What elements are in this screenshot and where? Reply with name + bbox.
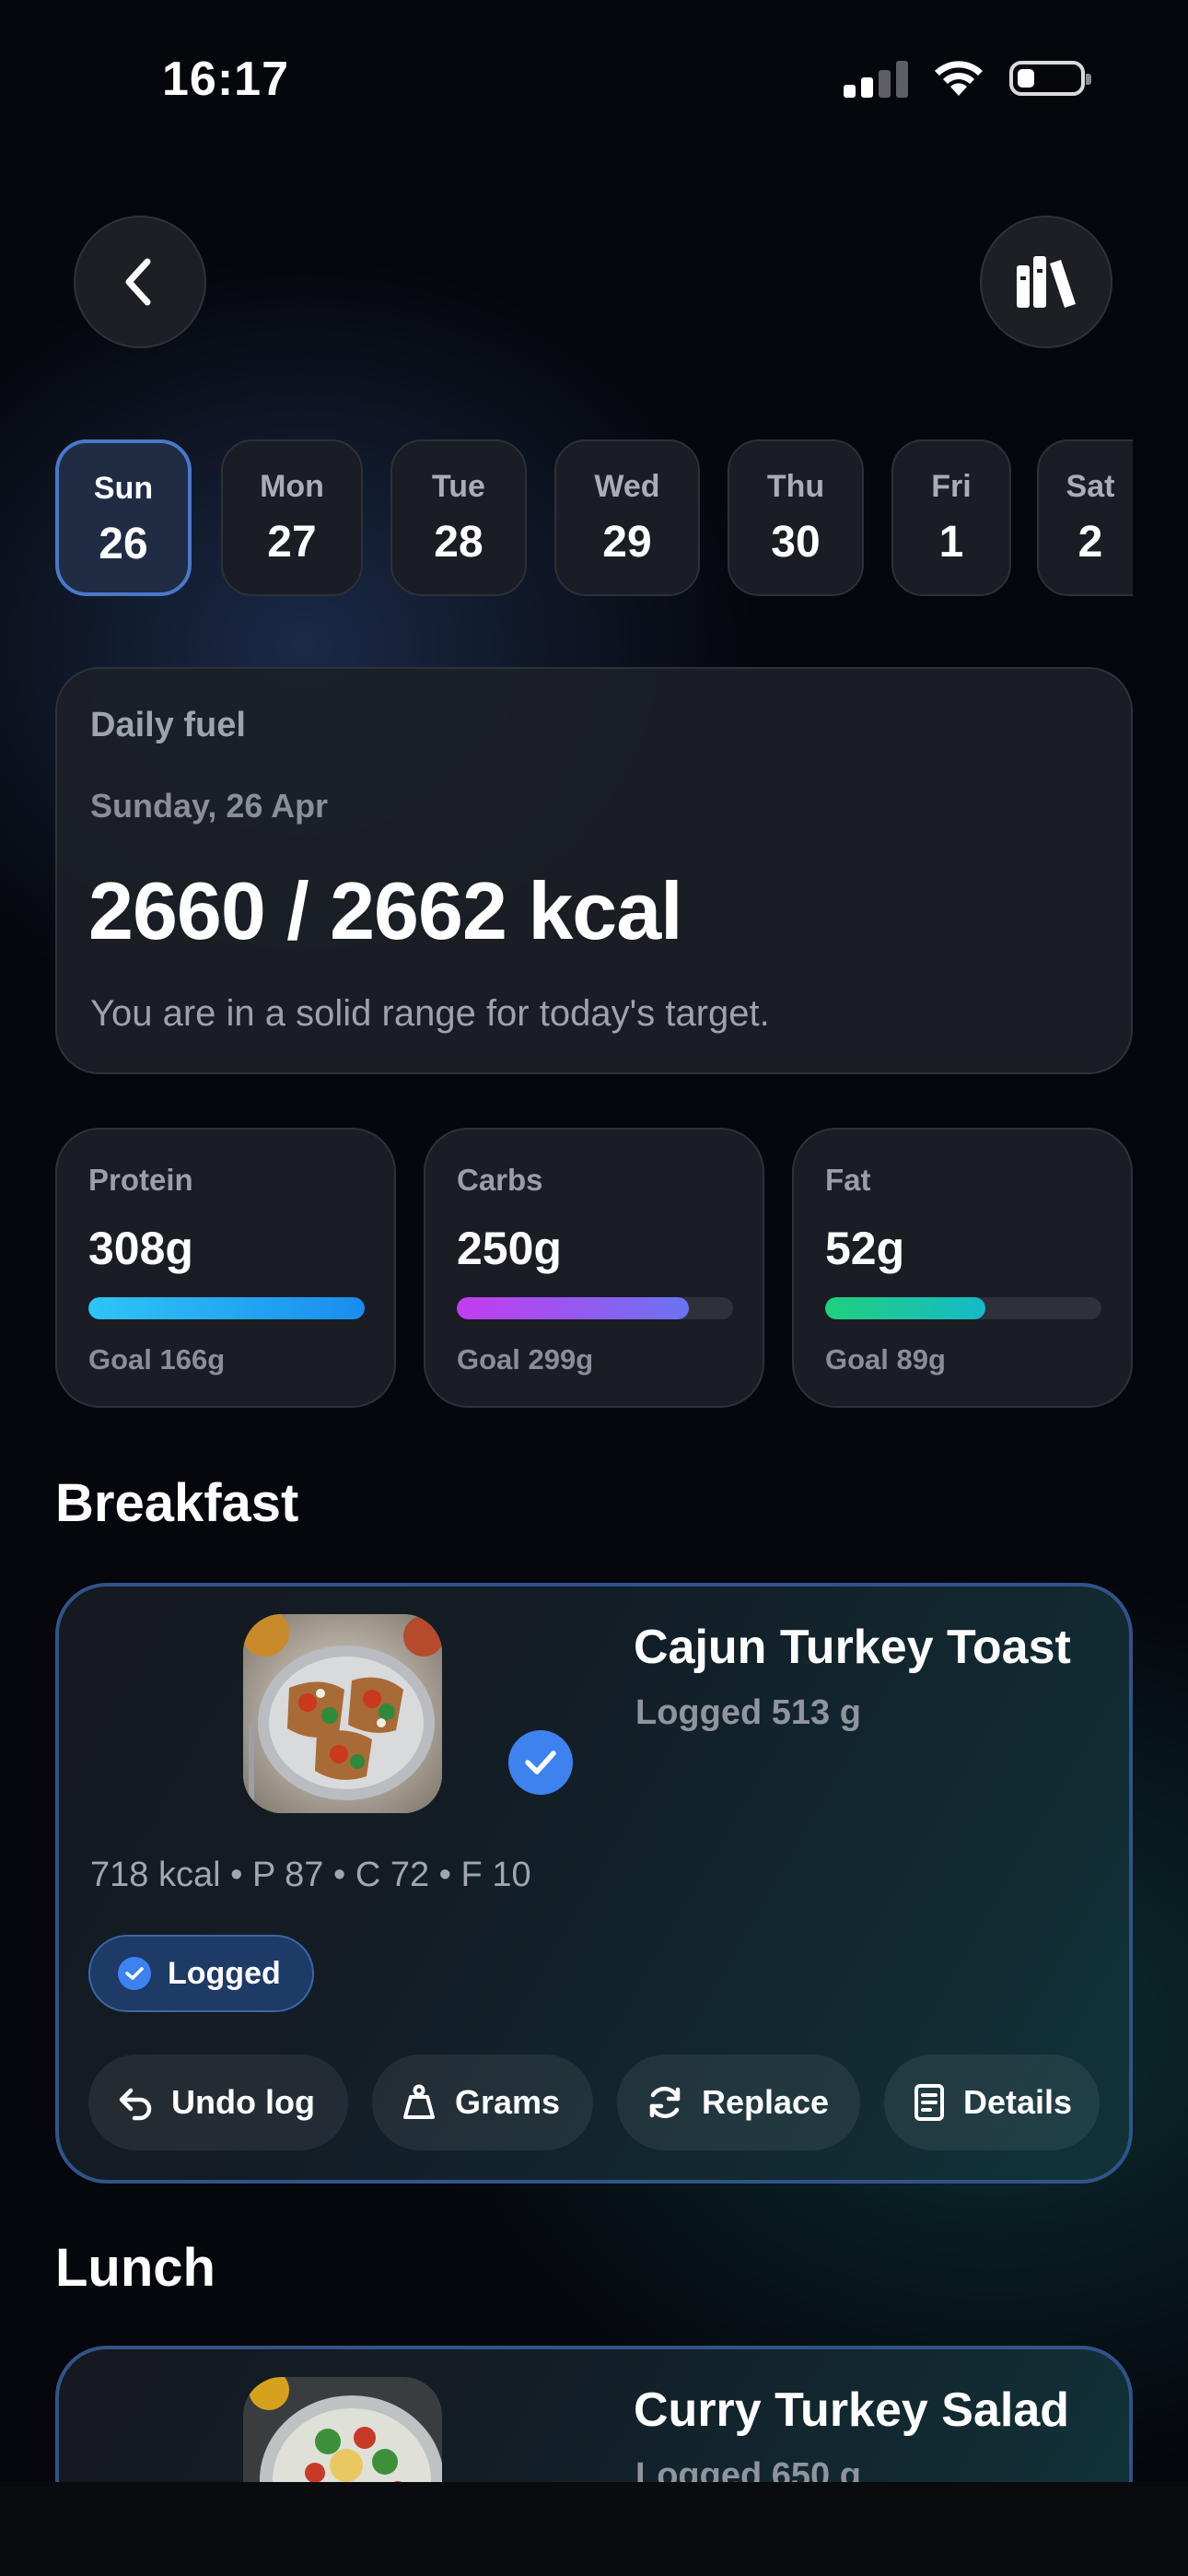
section-title-breakfast: Breakfast: [55, 1473, 299, 1533]
meal-card-breakfast[interactable]: Cajun Turkey Toast Logged 513 g 718 kcal…: [55, 1583, 1133, 2184]
day-number: 26: [99, 520, 148, 568]
check-icon: [525, 1751, 556, 1774]
logged-check-badge: [508, 1730, 573, 1795]
macro-progress-fill: [825, 1297, 985, 1319]
macro-value: 52g: [825, 1223, 905, 1274]
day-thu[interactable]: Thu 30: [728, 439, 864, 596]
day-name: Tue: [432, 469, 485, 504]
day-number: 27: [267, 518, 317, 567]
undo-log-button[interactable]: Undo log: [88, 2055, 348, 2150]
meal-macros: 718 kcal • P 87 • C 72 • F 10: [90, 1856, 531, 1894]
day-name: Mon: [260, 469, 324, 504]
day-name: Thu: [766, 469, 825, 504]
day-name: Sun: [93, 471, 154, 506]
library-icon: [1017, 256, 1076, 308]
macro-progress-track: [88, 1297, 365, 1319]
day-wed[interactable]: Wed 29: [554, 439, 700, 596]
scale-icon: [403, 2084, 435, 2119]
macro-label: Carbs: [457, 1163, 543, 1197]
day-fri[interactable]: Fri 1: [891, 439, 1011, 596]
section-title-lunch: Lunch: [55, 2238, 215, 2298]
wifi-icon: [935, 61, 983, 96]
back-button[interactable]: [74, 216, 206, 348]
replace-label: Replace: [702, 2083, 830, 2121]
summary-message: You are in a solid range for today's tar…: [90, 993, 770, 1034]
daily-fuel-label: Daily fuel: [90, 706, 246, 744]
macro-goal: Goal 89g: [825, 1343, 946, 1376]
meal-subtitle: Logged 513 g: [635, 1693, 861, 1732]
macro-progress-track: [457, 1297, 733, 1319]
macro-progress-track: [825, 1297, 1101, 1319]
day-number: 2: [1077, 518, 1103, 567]
macro-label: Fat: [825, 1163, 871, 1197]
meal-plan-screen: 16:17 Sun 26 Mon 27 Tue 28 Wed 29 Thu 30…: [0, 0, 1188, 2576]
logged-status-pill: Logged: [88, 1935, 314, 2012]
undo-icon: [119, 2088, 152, 2121]
day-name: Wed: [594, 469, 660, 504]
macro-card-protein: Protein 308g Goal 166g: [55, 1128, 396, 1408]
macro-progress-fill: [457, 1297, 689, 1319]
day-mon[interactable]: Mon 27: [221, 439, 363, 596]
status-icons: [844, 59, 1091, 98]
grams-label: Grams: [455, 2083, 561, 2121]
day-number: 30: [771, 518, 821, 567]
day-sun[interactable]: Sun 26: [55, 439, 192, 596]
daily-fuel-card: Daily fuel Sunday, 26 Apr 2660 / 2662 kc…: [55, 667, 1133, 1074]
day-number: 1: [938, 518, 964, 567]
macro-value: 250g: [457, 1223, 562, 1274]
day-number: 28: [434, 518, 483, 567]
grams-button[interactable]: Grams: [372, 2055, 593, 2150]
summary-date: Sunday, 26 Apr: [90, 787, 329, 825]
macro-value: 308g: [88, 1223, 193, 1274]
undo-log-label: Undo log: [171, 2083, 315, 2121]
chevron-left-icon: [125, 258, 151, 306]
details-label: Details: [963, 2083, 1073, 2121]
receipt-icon: [914, 2084, 944, 2121]
battery-icon: [1009, 61, 1091, 96]
kcal-total: 2660 / 2662 kcal: [88, 865, 683, 956]
meal-photo[interactable]: [243, 1614, 442, 1813]
cellular-signal-icon: [844, 59, 908, 98]
day-sat[interactable]: Sat 2: [1037, 439, 1133, 596]
library-button[interactable]: [980, 216, 1112, 348]
macro-card-fat: Fat 52g Goal 89g: [792, 1128, 1133, 1408]
day-name: Fri: [931, 469, 972, 504]
day-tue[interactable]: Tue 28: [390, 439, 527, 596]
day-number: 29: [602, 518, 652, 567]
status-time: 16:17: [162, 53, 289, 106]
macro-goal: Goal 299g: [457, 1343, 594, 1376]
logged-status-label: Logged: [168, 1955, 281, 1991]
bottom-safe-area: [0, 2482, 1188, 2576]
replace-button[interactable]: Replace: [617, 2055, 860, 2150]
meal-title: Cajun Turkey Toast: [634, 1621, 1071, 1674]
day-name: Sat: [1066, 469, 1115, 504]
macro-goal: Goal 166g: [88, 1343, 226, 1376]
day-strip-clip: Sat 2: [1037, 439, 1133, 596]
macro-label: Protein: [88, 1163, 193, 1197]
refresh-icon: [649, 2086, 681, 2119]
toast-plate-image: [243, 1614, 442, 1813]
meal-title: Curry Turkey Salad: [634, 2383, 1070, 2437]
check-circle-icon: [118, 1957, 151, 1990]
macro-progress-fill: [88, 1297, 365, 1319]
macro-card-carbs: Carbs 250g Goal 299g: [424, 1128, 764, 1408]
details-button[interactable]: Details: [884, 2055, 1100, 2150]
